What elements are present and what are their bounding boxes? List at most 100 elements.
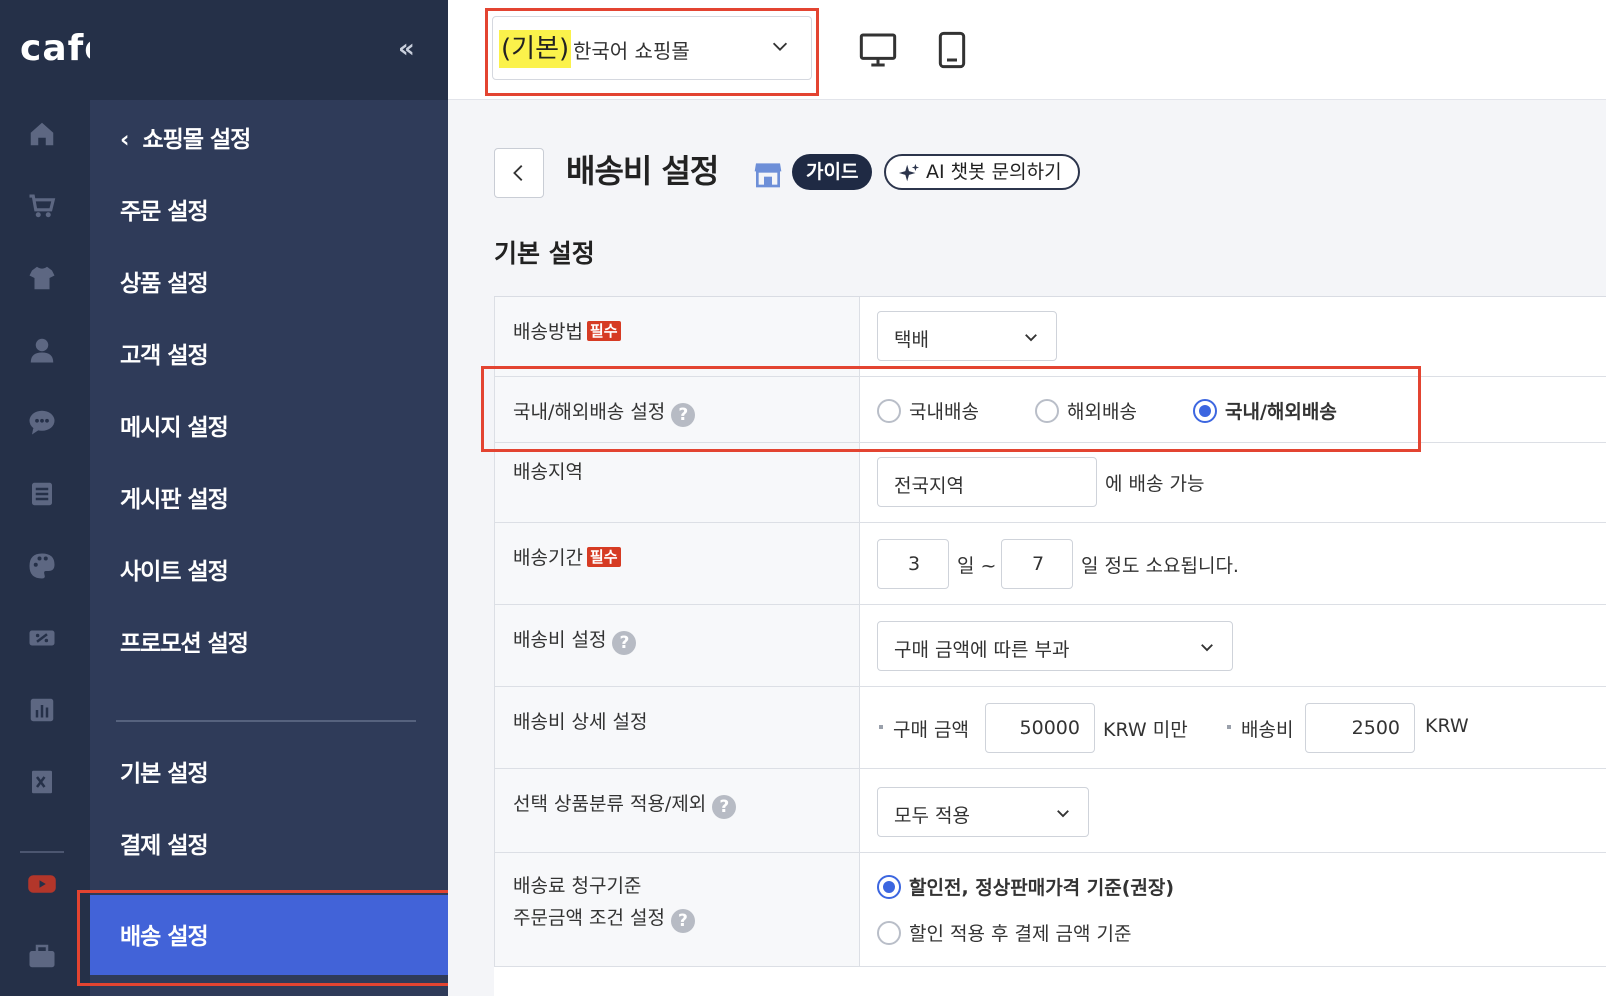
stats-icon[interactable] <box>26 694 58 726</box>
row-cell: 구매 금액에 따른 부과 <box>861 605 1606 686</box>
row-fee: 배송비 설정? 구매 금액에 따른 부과 <box>494 605 1606 687</box>
youtube-icon[interactable] <box>26 868 58 900</box>
amount-input[interactable]: 50000 <box>985 703 1095 753</box>
user-icon[interactable] <box>26 334 58 366</box>
label-fee-detail: 배송비 상세 설정 <box>513 711 648 733</box>
row-header: 배송방법 필수 <box>494 297 860 376</box>
menu-item-product[interactable]: 상품 설정 <box>120 264 209 298</box>
label-shipping-method: 배송방법 필수 <box>513 317 621 344</box>
select-value: 모두 적용 <box>894 805 970 827</box>
active-menu-highlight <box>77 890 453 986</box>
guide-button[interactable]: 가이드 <box>792 154 873 190</box>
chevron-down-icon <box>1201 644 1213 652</box>
row-cell: 할인전, 정상판매가격 기준(권장) 할인 적용 후 결제 금액 기준 <box>861 853 1606 966</box>
home-icon[interactable] <box>26 118 58 150</box>
lang-select-highlight <box>485 8 819 96</box>
shirt-icon[interactable] <box>26 262 58 294</box>
ai-chatbot-button[interactable]: AI 챗봇 문의하기 <box>884 154 1080 190</box>
label-text: 배송기간 <box>513 547 583 569</box>
mobile-icon[interactable] <box>932 30 972 70</box>
label-category: 선택 상품분류 적용/제외? <box>513 789 737 819</box>
back-button[interactable] <box>494 148 544 198</box>
menu-back-link[interactable]: ‹ 쇼핑몰 설정 <box>120 120 251 154</box>
label-text: 선택 상품분류 적용/제외 <box>513 793 707 815</box>
menu-item-payment[interactable]: 결제 설정 <box>120 826 209 860</box>
label-basis-line2: 주문금액 조건 설정? <box>513 903 695 933</box>
menu-item-basic[interactable]: 기본 설정 <box>120 754 209 788</box>
label-fee: 배송비 설정? <box>513 625 637 655</box>
category-select[interactable]: 모두 적용 <box>877 787 1089 837</box>
amount-label: 구매 금액 <box>893 719 969 741</box>
radio-basis-discounted-label: 할인 적용 후 결제 금액 기준 <box>909 923 1132 945</box>
bullet <box>1227 725 1231 729</box>
period-to-input[interactable]: 7 <box>1001 539 1073 589</box>
fee-select[interactable]: 구매 금액에 따른 부과 <box>877 621 1233 671</box>
required-badge: 필수 <box>586 321 621 341</box>
chevron-down-icon <box>1057 810 1069 818</box>
radio-basis-discounted[interactable] <box>877 921 901 945</box>
section-title: 기본 설정 <box>494 239 595 268</box>
fee-label: 배송비 <box>1241 719 1294 741</box>
label-period: 배송기간 필수 <box>513 543 621 570</box>
row-cell: 구매 금액 50000 KRW 미만 배송비 2500 KRW <box>861 687 1606 768</box>
desktop-icon[interactable] <box>858 30 898 70</box>
row-header: 선택 상품분류 적용/제외? <box>494 769 860 852</box>
chat-icon[interactable] <box>26 406 58 438</box>
menu-item-order[interactable]: 주문 설정 <box>120 192 209 226</box>
shipping-method-select[interactable]: 택배 <box>877 311 1057 361</box>
page-title: 배송비 설정 <box>566 152 719 190</box>
row-cell: 3 일 ~ 7 일 정도 소요됩니다. <box>861 523 1606 604</box>
sidebar-header: « <box>90 0 448 100</box>
input-value: 50000 <box>1019 717 1080 739</box>
row-header: 배송비 상세 설정 <box>494 687 860 768</box>
row-header: 배송기간 필수 <box>494 523 860 604</box>
help-icon[interactable]: ? <box>670 909 695 933</box>
board-icon[interactable] <box>26 478 58 510</box>
row-cell: 택배 <box>861 297 1606 376</box>
label-region: 배송지역 <box>513 461 583 483</box>
period-mid: 일 ~ <box>957 555 997 577</box>
fee-input[interactable]: 2500 <box>1305 703 1415 753</box>
row-cell: 모두 적용 <box>861 769 1606 852</box>
excel-icon[interactable] <box>26 766 58 798</box>
input-value: 7 <box>1032 553 1045 575</box>
palette-icon[interactable] <box>26 550 58 582</box>
menu-item-customer[interactable]: 고객 설정 <box>120 336 209 370</box>
label-text: 배송비 설정 <box>513 629 607 651</box>
ai-chatbot-label: AI 챗봇 문의하기 <box>926 161 1062 183</box>
coupon-icon[interactable] <box>26 622 58 654</box>
sparkle-icon <box>898 163 920 182</box>
menu-item-board[interactable]: 게시판 설정 <box>120 480 229 514</box>
period-suffix: 일 정도 소요됩니다. <box>1081 555 1239 577</box>
icon-rail: cafe24 <box>0 0 161 996</box>
required-badge: 필수 <box>586 547 621 567</box>
chevron-left-icon <box>513 165 523 181</box>
menu-item-site[interactable]: 사이트 설정 <box>120 552 229 586</box>
help-icon[interactable]: ? <box>712 795 737 819</box>
input-value: 2500 <box>1351 717 1400 739</box>
period-from-input[interactable]: 3 <box>877 539 949 589</box>
fee-unit: KRW <box>1425 715 1469 737</box>
input-value: 전국지역 <box>894 475 964 497</box>
label-basis-line1: 배송료 청구기준 <box>513 875 642 897</box>
row-header: 배송비 설정? <box>494 605 860 686</box>
collapse-sidebar-icon[interactable]: « <box>398 34 415 64</box>
row-period: 배송기간 필수 3 일 ~ 7 일 정도 소요됩니다. <box>494 523 1606 605</box>
cart-icon[interactable] <box>26 190 58 222</box>
radio-basis-original[interactable] <box>877 875 901 899</box>
row-cell: 전국지역 에 배송 가능 <box>861 443 1606 522</box>
amount-unit: KRW 미만 <box>1103 719 1188 741</box>
row-fee-detail: 배송비 상세 설정 구매 금액 50000 KRW 미만 배송비 2500 KR… <box>494 687 1606 769</box>
region-type-highlight <box>481 366 1421 452</box>
select-value: 택배 <box>894 329 929 351</box>
select-value: 구매 금액에 따른 부과 <box>894 639 1070 661</box>
toolbox-icon[interactable] <box>26 940 58 972</box>
row-header: 배송료 청구기준 주문금액 조건 설정? <box>494 853 860 966</box>
store-icon <box>754 163 782 188</box>
menu-item-message[interactable]: 메시지 설정 <box>120 408 229 442</box>
row-basis: 배송료 청구기준 주문금액 조건 설정? 할인전, 정상판매가격 기준(권장) … <box>494 853 1606 967</box>
region-input[interactable]: 전국지역 <box>877 457 1097 507</box>
rail-divider <box>20 851 64 853</box>
help-icon[interactable]: ? <box>612 631 637 655</box>
menu-item-promotion[interactable]: 프로모션 설정 <box>120 624 249 658</box>
